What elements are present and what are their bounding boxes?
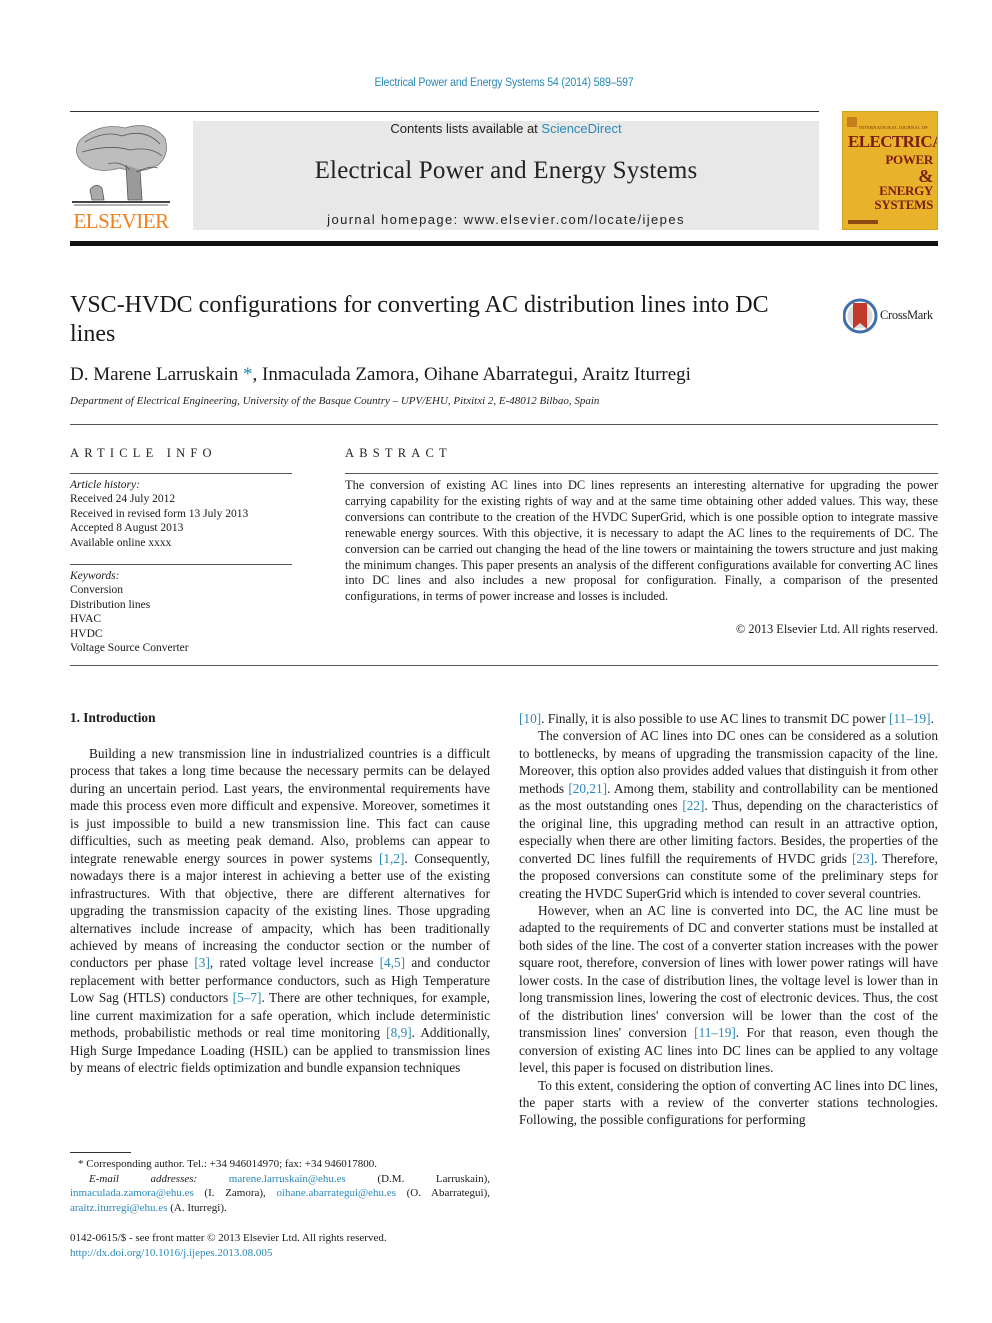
paragraph-text: However, when an AC line is converted in… [519,902,938,1041]
keyword: Distribution lines [70,598,151,611]
affiliation: Department of Electrical Engineering, Un… [70,395,600,407]
email-link[interactable]: inmaculada.zamora@ehu.es [70,1187,194,1199]
divider [70,665,938,666]
paragraph-text: . [930,711,934,726]
author-corresponding[interactable]: D. Marene Larruskain [70,364,238,385]
citation-link[interactable]: [1,2] [379,851,404,866]
cover-publisher-mark-icon [847,117,857,127]
crossmark-button[interactable]: CrossMark [842,297,943,335]
journal-masthead: Contents lists available at ScienceDirec… [193,121,819,230]
section-heading-introduction: 1. Introduction [70,710,156,725]
history-label: Article history: [70,479,140,491]
paragraph-text: To this extent, considering the option o… [519,1077,938,1128]
history-revised: Received in revised form 13 July 2013 [70,507,249,520]
paragraph: To this extent, considering the option o… [519,1077,938,1129]
paragraph-text: , rated voltage level increase [209,955,380,971]
citation-link[interactable]: [3] [194,955,210,970]
corresponding-author-marker[interactable]: * [243,364,253,385]
keyword: HVAC [70,613,102,626]
contents-prefix: Contents lists available at [390,121,542,136]
history-accepted: Accepted 8 August 2013 [70,522,184,535]
author-others: , Inmaculada Zamora, Oihane Abarrategui,… [252,364,691,385]
citation-link[interactable]: [8,9] [386,1025,411,1040]
journal-cover-thumbnail[interactable]: INTERNATIONAL JOURNAL OF ELECTRICAL POWE… [842,111,938,230]
journal-name: Electrical Power and Energy Systems [314,157,698,184]
author-list: D. Marene Larruskain *, Inmaculada Zamor… [70,364,691,386]
elsevier-logo[interactable]: ELSEVIER [70,120,172,233]
doi-link[interactable]: http://dx.doi.org/10.1016/j.ijepes.2013.… [70,1247,272,1259]
email-link[interactable]: oihane.abarrategui@ehu.es [276,1187,395,1199]
email-link[interactable]: araitz.iturregi@ehu.es [70,1202,167,1214]
paragraph: [10]. Finally, it is also possible to us… [519,710,938,727]
paragraph: Building a new transmission line in indu… [70,745,490,1077]
citation-link[interactable]: [23] [852,851,874,866]
keywords-label: Keywords: [70,570,120,582]
cover-footer-mark [848,220,878,224]
history-online: Available online xxxx [70,536,172,549]
sciencedirect-link[interactable]: ScienceDirect [541,121,621,136]
email-label: E-mail addresses: [89,1172,198,1185]
article-title: VSC-HVDC configurations for converting A… [70,292,769,347]
paragraph: However, when an AC line is converted in… [519,902,938,1077]
cover-title-line5: SYSTEMS [874,197,933,212]
abstract-copyright: © 2013 Elsevier Ltd. All rights reserved… [735,622,938,636]
journal-homepage-link[interactable]: journal homepage: www.elsevier.com/locat… [193,212,819,227]
abstract-heading: ABSTRACT [345,446,452,460]
elsevier-wordmark: ELSEVIER [73,209,169,233]
cover-title-line1: ELECTRICAL [848,132,937,151]
divider [70,424,938,425]
email-footnote: E-mail addresses: marene.larruskain@ehu.… [70,1172,490,1216]
paragraph-text: . Finally, it is also possible to use AC… [541,711,889,726]
divider [70,473,292,474]
article-info-heading: ARTICLE INFO [70,446,217,460]
journal-citation-link[interactable]: Electrical Power and Energy Systems 54 (… [40,77,967,89]
paragraph: The conversion of AC lines into DC ones … [519,727,938,902]
citation-link[interactable]: [11–19] [889,711,931,726]
cover-intl-text: INTERNATIONAL JOURNAL OF [859,125,928,130]
paragraph-text: . Consequently, nowadays there is a majo… [70,850,490,971]
footnote-rule [70,1152,131,1153]
contents-line: Contents lists available at ScienceDirec… [193,121,819,136]
citation-link[interactable]: [11–19] [694,1025,736,1040]
citation-link[interactable]: [5–7] [233,990,262,1005]
keyword: Voltage Source Converter [70,642,189,655]
front-matter: 0142-0615/$ - see front matter © 2013 El… [70,1231,490,1260]
citation-link[interactable]: [10] [519,711,541,726]
article-history: Article history: Received 24 July 2012 R… [70,478,292,550]
elsevier-tree-icon [72,125,170,206]
footnotes: * Corresponding author. Tel.: +34 946014… [70,1157,490,1215]
email-owner: (I. Zamora), [193,1187,277,1200]
header-heavy-rule [70,241,938,246]
citation-link[interactable]: [20,21] [568,781,607,796]
header-rule [70,111,819,112]
email-owner: (O. Abarrategui), [395,1187,490,1200]
divider [70,564,292,565]
crossmark-label: CrossMark [880,308,933,322]
paragraph-text: Building a new transmission line in indu… [70,746,490,866]
body-column-right: [10]. Finally, it is also possible to us… [519,710,938,1129]
keyword: HVDC [70,627,103,640]
abstract-text: The conversion of existing AC lines into… [345,478,938,604]
issn-copyright: 0142-0615/$ - see front matter © 2013 El… [70,1232,387,1244]
corresponding-author-footnote: * Corresponding author. Tel.: +34 946014… [78,1158,377,1170]
email-link[interactable]: marene.larruskain@ehu.es [229,1173,346,1185]
citation-link[interactable]: [22] [682,798,704,813]
history-received: Received 24 July 2012 [70,493,176,506]
keyword: Conversion [70,584,124,597]
keywords: Keywords: Conversion Distribution lines … [70,569,292,655]
email-owner: (A. Iturregi). [167,1201,227,1214]
email-owner: (D.M. Larruskain), [345,1172,490,1185]
crossmark-icon [842,298,878,334]
body-column-left: Building a new transmission line in indu… [70,745,490,1077]
citation-link[interactable]: [4,5] [380,955,405,970]
divider [345,473,938,474]
